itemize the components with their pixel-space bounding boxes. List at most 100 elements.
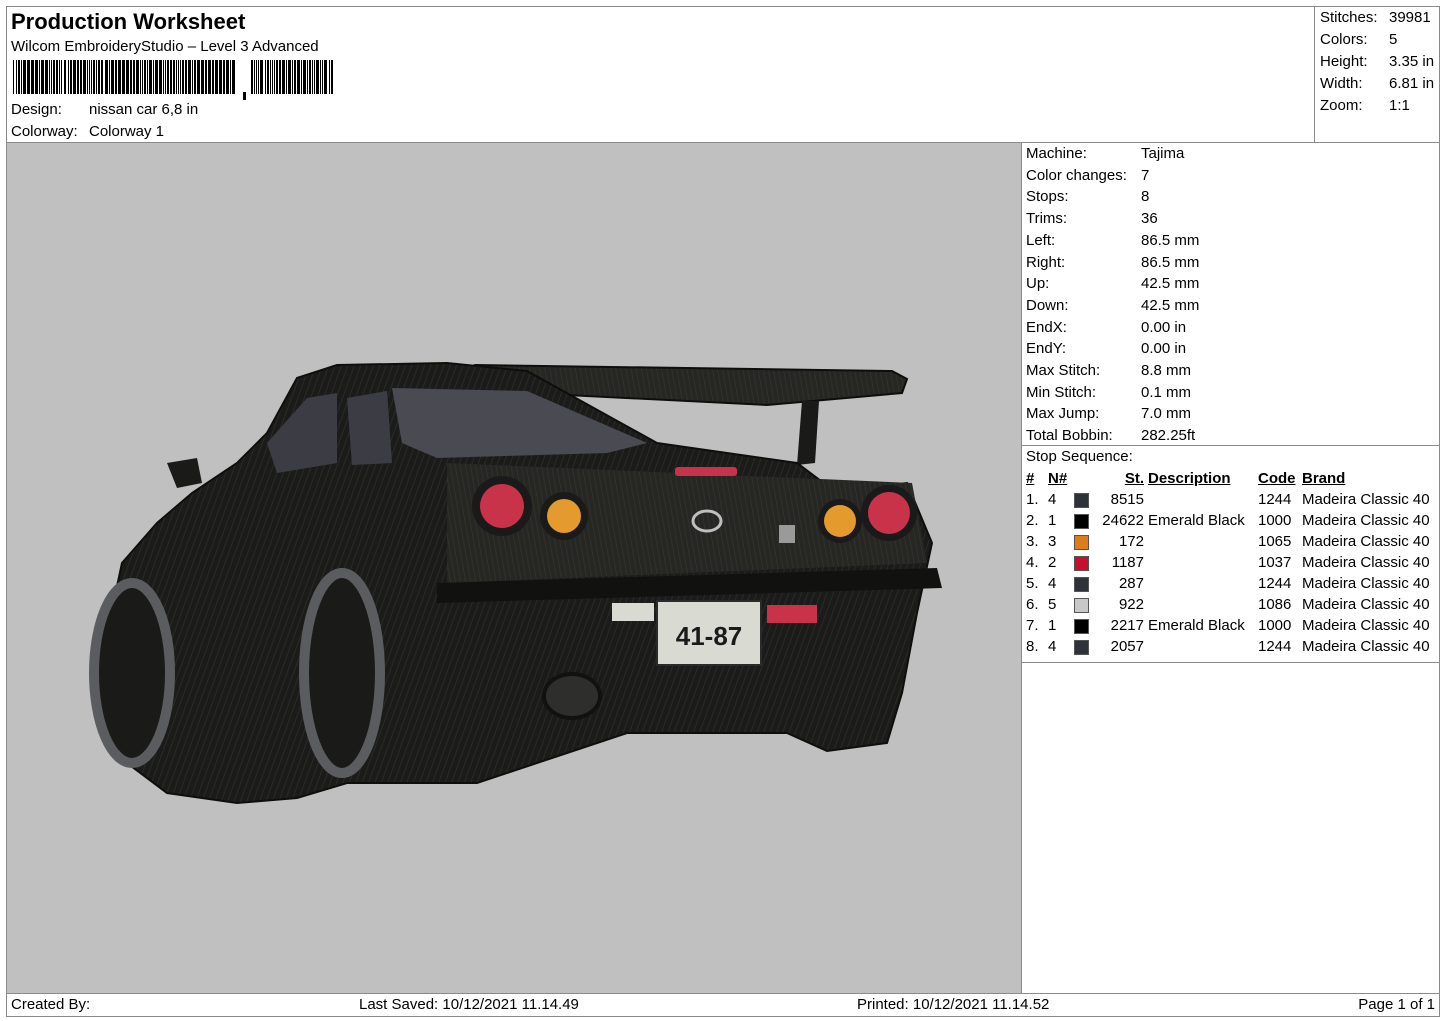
barcode-bar: [23, 60, 26, 94]
table-row: 4. 2 1187 1037 Madeira Classic 40: [1024, 552, 1432, 573]
machine-row: Min Stitch: 0.1 mm: [1026, 384, 1191, 401]
machine-row-label: Stops:: [1026, 188, 1069, 206]
color-swatch: [1074, 534, 1089, 550]
col-code: Code: [1258, 470, 1296, 487]
machine-row-value: 7: [1141, 166, 1150, 184]
blank-panel: [1021, 662, 1440, 994]
machine-row: Right: 86.5 mm: [1026, 254, 1199, 271]
barcode-bar: [147, 60, 148, 94]
stop-color-swatch: [1072, 531, 1098, 552]
barcode-bar: [212, 60, 214, 94]
machine-row: Down: 42.5 mm: [1026, 297, 1199, 314]
barcode-bar: [140, 60, 141, 94]
color-swatch: [1074, 597, 1089, 613]
barcode-bar: [270, 60, 271, 94]
stop-index: 8.: [1026, 638, 1039, 655]
barcode-bar: [265, 60, 266, 94]
stop-brand: Madeira Classic 40: [1302, 512, 1430, 529]
colorway-row: Colorway: Colorway 1: [11, 123, 164, 140]
colorway-value: Colorway 1: [89, 123, 165, 140]
printed-date: Printed: 10/12/2021 11.14.52: [857, 996, 1050, 1013]
height-label: Height:: [1320, 53, 1368, 70]
barcode-bar: [105, 60, 108, 94]
barcode-bar: [159, 60, 162, 94]
machine-row-label: Color changes:: [1026, 166, 1127, 184]
barcode-bar: [279, 60, 281, 94]
barcode-bar: [180, 60, 181, 94]
barcode-bar: [188, 60, 191, 94]
barcode-bar: [208, 60, 211, 94]
barcode-bar: [83, 60, 86, 94]
barcode-bar: [276, 60, 278, 94]
barcode-bar: [167, 60, 169, 94]
stop-index: 2.: [1026, 512, 1039, 529]
barcode-bar: [56, 60, 58, 94]
barcode-bar: [93, 60, 95, 94]
barcode-bar: [314, 60, 315, 94]
stop-color-swatch: [1072, 594, 1098, 615]
machine-row-label: Max Jump:: [1026, 405, 1100, 423]
barcode-bar: [274, 60, 275, 94]
barcode-bar: [130, 60, 132, 94]
barcode-bar: [251, 60, 253, 94]
machine-row-value: 86.5 mm: [1141, 231, 1200, 249]
machine-row-label: Machine:: [1026, 145, 1087, 162]
stitches-row: Stitches: 39981: [1320, 9, 1431, 26]
zoom-row: Zoom: 1:1: [1320, 97, 1410, 114]
barcode-bar: [165, 60, 166, 94]
machine-row-label: Total Bobbin:: [1026, 427, 1113, 445]
color-swatch: [1074, 492, 1089, 508]
barcode-bar: [35, 60, 38, 94]
stop-index: 1.: [1026, 491, 1039, 508]
zoom-label: Zoom:: [1320, 97, 1363, 114]
stop-needle: 4: [1048, 575, 1057, 592]
colors-row: Colors: 5: [1320, 31, 1397, 48]
machine-row-label: EndX:: [1026, 318, 1067, 336]
stop-sequence-table: # N# St. Description Code Brand 1. 4 8515 1…: [1024, 468, 1432, 657]
machine-row: Max Stitch: 8.8 mm: [1026, 362, 1191, 379]
barcode-bar: [49, 60, 50, 94]
height-row: Height: 3.35 in: [1320, 53, 1434, 70]
machine-row-value: 282.25ft: [1141, 427, 1196, 445]
table-row: 2. 1 24622 Emerald Black 1000 Madeira Classic…: [1024, 510, 1432, 531]
machine-row-value: Tajima: [1141, 145, 1185, 162]
stop-code: 1000: [1258, 617, 1292, 634]
machine-row-label: Max Stitch:: [1026, 362, 1101, 379]
machine-row-value: 42.5 mm: [1141, 296, 1200, 314]
stop-code: 1244: [1258, 638, 1292, 655]
barcode-bar: [254, 60, 255, 94]
barcode-bar: [288, 60, 291, 94]
color-swatch: [1074, 513, 1089, 529]
stop-description: [1146, 594, 1256, 615]
stop-sequence-title: Stop Sequence:: [1026, 448, 1133, 465]
barcode-bar: [73, 60, 76, 94]
stop-stitches: 287: [1118, 575, 1144, 592]
col-description: Description: [1148, 470, 1231, 487]
design-summary: Stitches: 39981 Colors: 5 Height: 3.35 in W…: [1314, 6, 1440, 143]
stop-brand: Madeira Classic 40: [1302, 617, 1430, 634]
stop-stitches: 24622: [1102, 512, 1144, 529]
barcode-bar: [64, 60, 66, 94]
barcode-bar: [205, 60, 207, 94]
stop-code: 1037: [1258, 554, 1292, 571]
stitches-label: Stitches:: [1320, 9, 1378, 26]
barcode-bar: [70, 60, 72, 94]
machine-row: Max Jump: 7.0 mm: [1026, 405, 1191, 422]
stop-needle: 3: [1048, 533, 1057, 550]
stop-description: [1146, 636, 1256, 657]
machine-row-label: EndY:: [1026, 340, 1067, 358]
machine-row: Machine: Tajima: [1026, 145, 1184, 162]
col-needle: N#: [1048, 470, 1068, 487]
stop-needle: 1: [1048, 617, 1057, 634]
stop-brand: Madeira Classic 40: [1302, 596, 1430, 613]
stop-brand: Madeira Classic 40: [1302, 491, 1430, 508]
barcode-bar: [322, 60, 323, 94]
stop-stitches: 1187: [1111, 554, 1144, 571]
stop-color-swatch: [1072, 489, 1098, 510]
barcode-bar: [31, 60, 34, 94]
machine-row-value: 8.8 mm: [1141, 362, 1192, 379]
col-color: [1072, 468, 1098, 489]
barcode-bar: [197, 60, 200, 94]
barcode-bar: [68, 60, 69, 94]
height-value: 3.35 in: [1389, 53, 1435, 70]
